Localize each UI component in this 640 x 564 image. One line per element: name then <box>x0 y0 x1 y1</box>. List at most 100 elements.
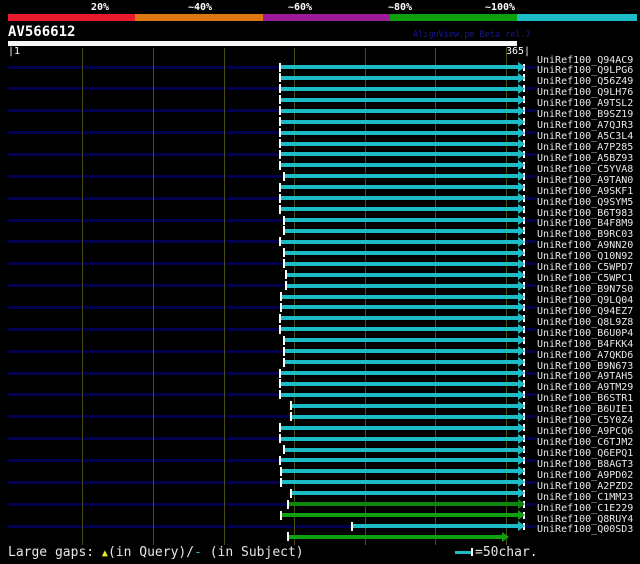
alignment-bar[interactable] <box>281 316 518 320</box>
subject-label[interactable]: UniRef100_Q8L9Z8 <box>537 318 633 328</box>
alignment-bar[interactable] <box>281 120 518 124</box>
subject-label[interactable]: UniRef100_A7QKD6 <box>537 351 633 361</box>
subject-label[interactable]: UniRef100_Q94EZ7 <box>537 307 633 317</box>
subject-label[interactable]: UniRef100_B6U0P4 <box>537 329 633 339</box>
alignment-arrowhead-icon <box>518 313 525 323</box>
alignment-bar[interactable] <box>282 469 518 473</box>
alignment-bar[interactable] <box>285 174 518 178</box>
alignment-bar[interactable] <box>292 415 518 419</box>
alignment-bar[interactable] <box>282 513 518 517</box>
subject-label[interactable]: UniRef100_Q00SD3 <box>537 525 633 535</box>
alignment-bar[interactable] <box>353 524 518 528</box>
subject-label[interactable]: UniRef100_C6TJM2 <box>537 438 633 448</box>
alignment-arrowhead-icon <box>518 84 525 94</box>
alignment-bar[interactable] <box>281 426 518 430</box>
subject-label[interactable]: UniRef100_Q9LQ04 <box>537 296 633 306</box>
alignment-bar[interactable] <box>285 349 518 353</box>
alignment-bar[interactable] <box>285 218 518 222</box>
alignment-bar[interactable] <box>289 502 518 506</box>
identity-scale-label: ~40% <box>188 2 212 13</box>
alignment-bar[interactable] <box>281 131 518 135</box>
subject-label[interactable]: UniRef100_Q6EPQ1 <box>537 449 633 459</box>
alignment-bar[interactable] <box>281 458 518 462</box>
subject-label[interactable]: UniRef100_Q8RUY4 <box>537 515 633 525</box>
alignment-bar[interactable] <box>287 273 518 277</box>
subject-label[interactable]: UniRef100_Q9SYM5 <box>537 198 633 208</box>
alignment-bar[interactable] <box>285 262 518 266</box>
subject-label[interactable]: UniRef100_A2PZD2 <box>537 482 633 492</box>
alignment-bar[interactable] <box>281 109 518 113</box>
subject-label[interactable]: UniRef100_C5Y0Z4 <box>537 416 633 426</box>
alignment-bar[interactable] <box>292 491 518 495</box>
subject-label[interactable]: UniRef100_A5C3L4 <box>537 132 633 142</box>
subject-label[interactable]: UniRef100_B8AGT3 <box>537 460 633 470</box>
alignment-arrowhead-icon <box>518 281 525 291</box>
subject-label[interactable]: UniRef100_Q10N92 <box>537 252 633 262</box>
alignment-bar[interactable] <box>281 196 518 200</box>
subject-label[interactable]: UniRef100_A9NN20 <box>537 241 633 251</box>
alignment-bar[interactable] <box>281 87 518 91</box>
alignment-bar[interactable] <box>285 251 518 255</box>
alignment-bar[interactable] <box>282 305 518 309</box>
alignment-bar[interactable] <box>289 535 502 539</box>
grid-line <box>82 48 83 545</box>
alignment-bar[interactable] <box>281 393 518 397</box>
subject-label[interactable]: UniRef100_A9TAN0 <box>537 176 633 186</box>
subject-label[interactable]: UniRef100_B6UIE1 <box>537 405 633 415</box>
query-name: AV566612 <box>8 24 75 40</box>
subject-label[interactable]: UniRef100_A7P285 <box>537 143 633 153</box>
alignment-bar[interactable] <box>285 448 518 452</box>
subject-label[interactable]: UniRef100_B4FKK4 <box>537 340 633 350</box>
alignment-bar[interactable] <box>281 76 518 80</box>
subject-label[interactable]: UniRef100_A7QJR3 <box>537 121 633 131</box>
alignment-bar[interactable] <box>285 360 518 364</box>
subject-label[interactable]: UniRef100_C5WPC1 <box>537 274 633 284</box>
subject-label[interactable]: UniRef100_C1MM23 <box>537 493 633 503</box>
alignment-bar[interactable] <box>285 338 518 342</box>
alignment-bar[interactable] <box>281 382 518 386</box>
subject-label[interactable]: UniRef100_B4F8M9 <box>537 219 633 229</box>
subject-label[interactable]: UniRef100_Q56Z49 <box>537 77 633 87</box>
subject-label[interactable]: UniRef100_Q94AC9 <box>537 56 633 66</box>
alignment-bar[interactable] <box>281 65 518 69</box>
alignment-bar[interactable] <box>282 480 518 484</box>
alignment-bar[interactable] <box>281 207 518 211</box>
subject-label[interactable]: UniRef100_Q9LH76 <box>537 88 633 98</box>
subject-label[interactable]: UniRef100_A9TM29 <box>537 383 633 393</box>
subject-label[interactable]: UniRef100_A9TAH5 <box>537 372 633 382</box>
alignment-arrowhead-icon <box>518 226 525 236</box>
subject-label[interactable]: UniRef100_Q9LPG6 <box>537 66 633 76</box>
alignment-arrowhead-icon <box>518 106 525 116</box>
subject-label[interactable]: UniRef100_C5YVA8 <box>537 165 633 175</box>
alignment-bar[interactable] <box>285 229 518 233</box>
subject-label[interactable]: UniRef100_C1E229 <box>537 504 633 514</box>
subject-label[interactable]: UniRef100_A9PD02 <box>537 471 633 481</box>
alignment-arrowhead-icon <box>502 532 509 542</box>
alignment-bar[interactable] <box>281 152 518 156</box>
alignment-bar[interactable] <box>282 295 518 299</box>
subject-label[interactable]: UniRef100_B9N673 <box>537 362 633 372</box>
alignment-bar[interactable] <box>281 163 518 167</box>
subject-label[interactable]: UniRef100_A9TSL2 <box>537 99 633 109</box>
subject-label[interactable]: UniRef100_A9SKF1 <box>537 187 633 197</box>
alignment-bar[interactable] <box>287 284 518 288</box>
alignment-arrowhead-icon <box>518 149 525 159</box>
subject-label[interactable]: UniRef100_C5WPD7 <box>537 263 633 273</box>
alignment-bar[interactable] <box>292 404 518 408</box>
alignment-bar[interactable] <box>281 142 518 146</box>
gaps-legend-prefix: Large gaps: <box>8 545 102 560</box>
subject-label[interactable]: UniRef100_B9SZ19 <box>537 110 633 120</box>
subject-label[interactable]: UniRef100_A9PCQ6 <box>537 427 633 437</box>
alignment-bar[interactable] <box>281 437 518 441</box>
alignment-bar[interactable] <box>281 327 518 331</box>
subject-label[interactable]: UniRef100_A5BZ93 <box>537 154 633 164</box>
identity-scale-segment <box>263 14 390 21</box>
alignment-bar[interactable] <box>281 185 518 189</box>
subject-label[interactable]: UniRef100_B9RC03 <box>537 230 633 240</box>
alignment-bar[interactable] <box>281 98 518 102</box>
subject-label[interactable]: UniRef100_B6STR1 <box>537 394 633 404</box>
subject-label[interactable]: UniRef100_B9N7S0 <box>537 285 633 295</box>
alignment-bar[interactable] <box>281 371 518 375</box>
subject-label[interactable]: UniRef100_B6T983 <box>537 209 633 219</box>
alignment-bar[interactable] <box>281 240 518 244</box>
